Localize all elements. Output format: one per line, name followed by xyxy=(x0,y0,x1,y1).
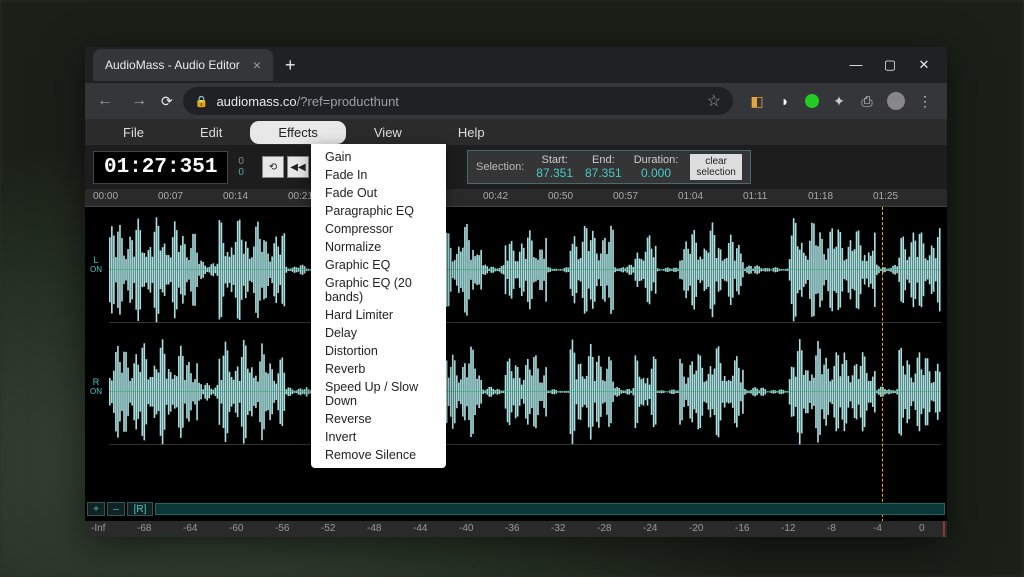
playhead-marker[interactable] xyxy=(882,207,883,537)
channel-right[interactable]: RON xyxy=(109,337,941,445)
window-controls: — ▢ ✕ xyxy=(849,57,947,73)
effect-reverse[interactable]: Reverse xyxy=(311,410,446,428)
menu-edit[interactable]: Edit xyxy=(172,121,250,144)
effect-graphic-eq[interactable]: Graphic EQ xyxy=(311,256,446,274)
bookmarks-icon[interactable]: ⎙ xyxy=(859,93,875,109)
browser-tab[interactable]: AudioMass - Audio Editor × xyxy=(93,49,273,81)
effect-hard-limiter[interactable]: Hard Limiter xyxy=(311,306,446,324)
browser-window: AudioMass - Audio Editor × + — ▢ ✕ ← → ⟳… xyxy=(85,47,947,537)
effect-speed[interactable]: Speed Up / Slow Down xyxy=(311,378,446,410)
selection-label: Selection: xyxy=(476,161,524,173)
menu-icon[interactable]: ⋮ xyxy=(917,93,933,109)
close-window-button[interactable]: ✕ xyxy=(917,57,931,73)
effect-normalize[interactable]: Normalize xyxy=(311,238,446,256)
reset-zoom-button[interactable]: [R] xyxy=(127,502,153,516)
menu-effects[interactable]: Effects xyxy=(250,121,346,144)
menu-help[interactable]: Help xyxy=(430,121,513,144)
ext-icon-1[interactable]: ◧ xyxy=(749,93,765,109)
effect-paragraphic-eq[interactable]: Paragraphic EQ xyxy=(311,202,446,220)
ext-icon-3[interactable] xyxy=(805,94,819,108)
clear-selection-button[interactable]: clearselection xyxy=(690,154,741,180)
audiomass-app: File Edit Effects View Help Gain Fade In… xyxy=(85,119,947,537)
effect-distortion[interactable]: Distortion xyxy=(311,342,446,360)
avatar-icon[interactable] xyxy=(887,92,905,110)
time-ruler[interactable]: 00:0000:0700:1400:2100:2800:3500:4200:50… xyxy=(85,189,947,207)
loop-button[interactable]: ⟲ xyxy=(262,156,284,178)
effect-compressor[interactable]: Compressor xyxy=(311,220,446,238)
effect-fade-out[interactable]: Fade Out xyxy=(311,184,446,202)
close-tab-icon[interactable]: × xyxy=(253,57,261,73)
zoom-out-button[interactable]: – xyxy=(107,502,125,516)
star-icon[interactable]: ☆ xyxy=(707,91,721,111)
channel-left[interactable]: LON xyxy=(109,215,941,323)
browser-toolbar: ← → ⟳ 🔒 audiomass.co/?ref=producthunt ☆ … xyxy=(85,83,947,119)
effects-dropdown: Gain Fade In Fade Out Paragraphic EQ Com… xyxy=(311,144,446,468)
address-bar[interactable]: 🔒 audiomass.co/?ref=producthunt ☆ xyxy=(183,87,733,115)
effect-invert[interactable]: Invert xyxy=(311,428,446,446)
effect-graphic-eq-20[interactable]: Graphic EQ (20 bands) xyxy=(311,274,446,306)
effect-delay[interactable]: Delay xyxy=(311,324,446,342)
db-ruler: -Inf-68-64-60-56-52-48-44-40-36-32-28-24… xyxy=(85,521,947,537)
menu-view[interactable]: View xyxy=(346,121,430,144)
extension-icons: ◧ ◗ ✦ ⎙ ⋮ xyxy=(743,92,939,110)
url-text: audiomass.co/?ref=producthunt xyxy=(216,94,399,109)
back-button[interactable]: ← xyxy=(93,88,117,114)
selection-box: Selection: Start:87.351 End:87.351 Durat… xyxy=(467,150,751,184)
lock-icon: 🔒 xyxy=(195,95,209,108)
time-side: 00 xyxy=(238,156,244,178)
bottom-bar: + – [R] xyxy=(87,501,945,517)
zoom-in-button[interactable]: + xyxy=(87,502,105,516)
horizontal-scrollbar[interactable] xyxy=(155,503,945,515)
time-display: 01:27:351 xyxy=(93,151,228,184)
minimize-button[interactable]: — xyxy=(849,57,863,73)
control-row: 01:27:351 00 ⟲ ◀◀ ▶▶ ▮◀ ▶▮ ● S Selection… xyxy=(85,145,947,189)
reload-button[interactable]: ⟳ xyxy=(161,93,173,110)
tab-strip: AudioMass - Audio Editor × + — ▢ ✕ xyxy=(85,47,947,83)
maximize-button[interactable]: ▢ xyxy=(883,57,897,73)
tab-title: AudioMass - Audio Editor xyxy=(105,58,240,72)
menu-bar: File Edit Effects View Help xyxy=(85,119,947,145)
forward-button[interactable]: → xyxy=(127,88,151,114)
menu-file[interactable]: File xyxy=(95,121,172,144)
new-tab-button[interactable]: + xyxy=(273,55,308,76)
waveform-area[interactable]: LON RON + – [R] -Inf-68-64-60-56-52-48-4… xyxy=(85,207,947,537)
extensions-icon[interactable]: ✦ xyxy=(831,93,847,109)
effect-remove-silence[interactable]: Remove Silence xyxy=(311,446,446,464)
effect-reverb[interactable]: Reverb xyxy=(311,360,446,378)
effect-fade-in[interactable]: Fade In xyxy=(311,166,446,184)
ext-icon-2[interactable]: ◗ xyxy=(777,93,793,109)
effect-gain[interactable]: Gain xyxy=(311,148,446,166)
rewind-button[interactable]: ◀◀ xyxy=(287,156,309,178)
